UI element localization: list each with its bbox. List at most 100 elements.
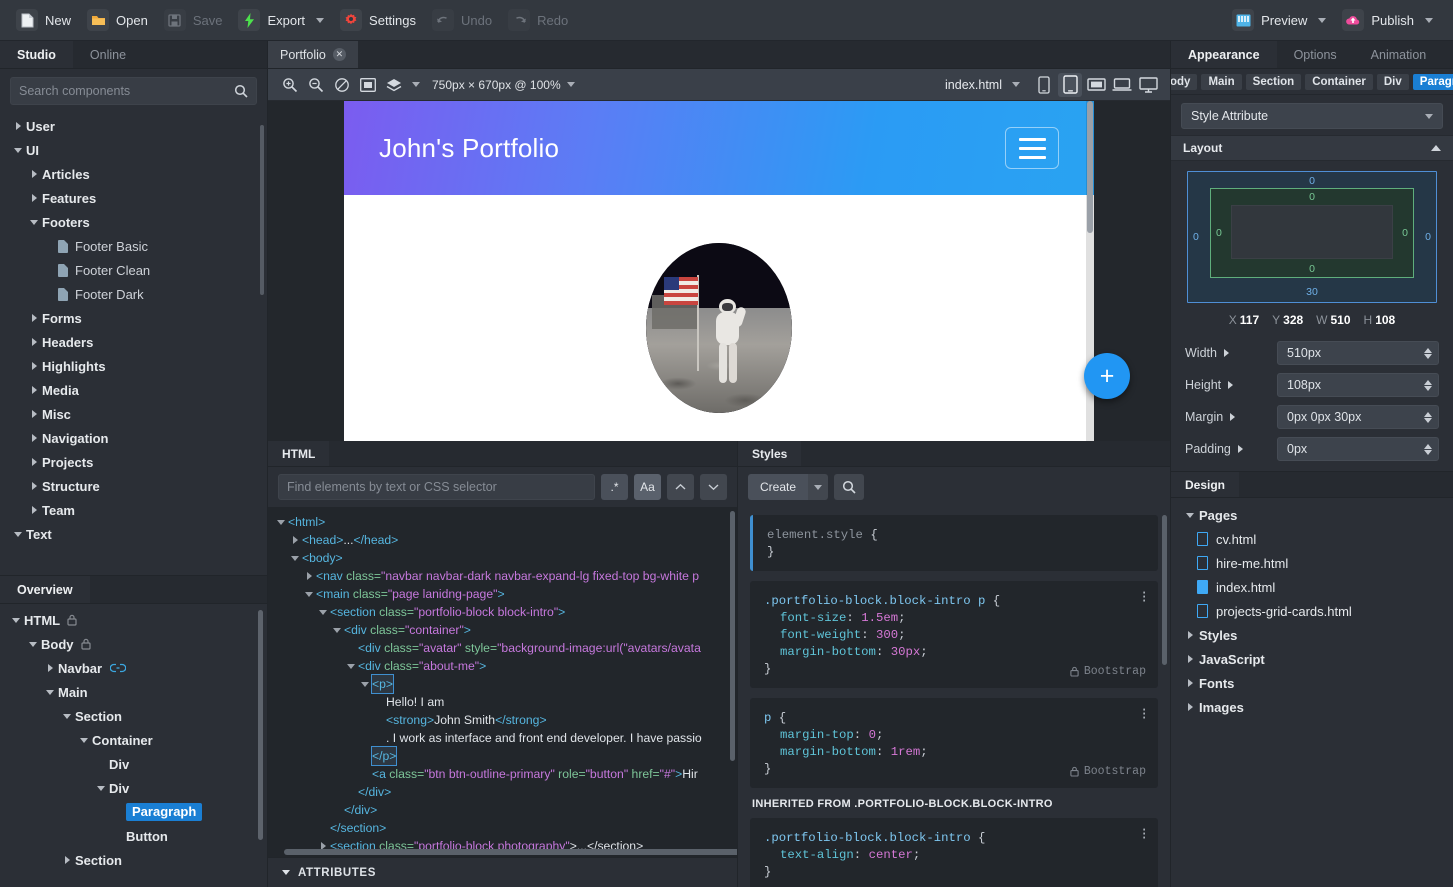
chevron-down-icon[interactable] <box>10 531 26 537</box>
html-code-tree[interactable]: <html> <head>...</head> <body> <nav class="… <box>268 507 737 857</box>
zoom-out-icon[interactable] <box>304 73 328 97</box>
fit-to-screen-icon[interactable] <box>356 73 380 97</box>
chevron-down-icon[interactable] <box>42 689 58 695</box>
overview-scrollbar[interactable] <box>258 610 263 840</box>
chevron-down-icon[interactable] <box>25 641 41 647</box>
overview-node-html[interactable]: HTML <box>0 608 267 632</box>
padding-bottom-value[interactable]: 0 <box>1309 263 1315 275</box>
device-small-desktop[interactable] <box>1084 73 1108 97</box>
breadcrumb-item-paragraph[interactable]: Paragraph <box>1412 73 1453 90</box>
html-code-line[interactable]: <div class="avatar" style="background-im… <box>268 639 737 657</box>
open-button[interactable]: Open <box>81 5 158 35</box>
css-rule-selector[interactable]: element.style { <box>767 527 1144 544</box>
chevron-down-icon[interactable] <box>1425 17 1433 23</box>
overview-node-body[interactable]: Body <box>0 632 267 656</box>
chevron-right-icon[interactable] <box>1181 703 1199 711</box>
stepper-control[interactable] <box>1420 379 1436 391</box>
device-laptop[interactable] <box>1110 73 1134 97</box>
find-elements-input[interactable] <box>278 474 595 500</box>
components-tree-scrollbar[interactable] <box>260 125 264 295</box>
chevron-down-icon[interactable] <box>302 585 316 603</box>
overview-node-section[interactable]: Section <box>0 848 267 872</box>
chevron-right-icon[interactable] <box>1223 349 1229 357</box>
component-tree-item-ui[interactable]: UI <box>0 138 267 162</box>
css-declaration[interactable]: margin-bottom: 30px; <box>764 644 1144 661</box>
new-button[interactable]: New <box>10 5 81 35</box>
styles-search-button[interactable] <box>834 474 865 500</box>
component-tree-item-user[interactable]: User <box>0 114 267 138</box>
html-code-line[interactable]: <nav class="navbar navbar-dark navbar-ex… <box>268 567 737 585</box>
html-code-line[interactable]: <head>...</head> <box>268 531 737 549</box>
chevron-right-icon[interactable] <box>1181 679 1199 687</box>
chevron-right-icon[interactable] <box>26 458 42 466</box>
design-node-fonts[interactable]: Fonts <box>1171 671 1453 695</box>
html-code-line[interactable]: <div class="about-me"> <box>268 657 737 675</box>
component-tree-item-footer-dark[interactable]: Footer Dark <box>0 282 267 306</box>
chevron-down-icon[interactable] <box>93 785 109 791</box>
chevron-right-icon[interactable] <box>26 386 42 394</box>
overview-node-section[interactable]: Section <box>0 704 267 728</box>
layers-dropdown-chevron-down-icon[interactable] <box>412 82 420 87</box>
regex-toggle[interactable]: .* <box>601 474 628 500</box>
preview-viewport[interactable]: John's Portfolio <box>344 101 1094 441</box>
create-style-button[interactable]: Create <box>748 474 809 500</box>
style-attribute-select[interactable]: Style Attribute <box>1181 103 1443 129</box>
chevron-right-icon[interactable] <box>26 314 42 322</box>
margin-left-value[interactable]: 0 <box>1193 231 1199 243</box>
design-node-javascript[interactable]: JavaScript <box>1171 647 1453 671</box>
attributes-section-header[interactable]: ATTRIBUTES <box>268 857 737 887</box>
css-rule-selector[interactable]: .portfolio-block.block-intro { <box>764 830 1144 847</box>
design-node-cv-html[interactable]: cv.html <box>1171 527 1453 551</box>
avatar[interactable] <box>646 243 792 413</box>
chevron-right-icon[interactable] <box>1237 445 1243 453</box>
design-canvas[interactable]: John's Portfolio + <box>268 101 1170 441</box>
html-code-line[interactable]: Hello! I am <box>268 693 737 711</box>
design-node-hire-me-html[interactable]: hire-me.html <box>1171 551 1453 575</box>
css-rule-selector[interactable]: .portfolio-block.block-intro p { <box>764 593 1144 610</box>
chevron-down-icon[interactable] <box>26 219 42 225</box>
chevron-down-icon[interactable] <box>59 713 75 719</box>
breadcrumb-item-div[interactable]: Div <box>1376 73 1409 90</box>
html-code-line[interactable]: <strong>John Smith</strong> <box>268 711 737 729</box>
css-rule-card[interactable]: .portfolio-block.block-intro {text-align… <box>750 818 1158 887</box>
html-code-line[interactable]: <section class="portfolio-block block-in… <box>268 603 737 621</box>
html-code-horizontal-scrollbar[interactable] <box>284 849 737 855</box>
property-input[interactable]: 0px <box>1277 437 1439 461</box>
chevron-down-icon[interactable] <box>1012 82 1020 87</box>
match-case-toggle[interactable]: Aa <box>634 474 661 500</box>
breadcrumb-item-main[interactable]: Main <box>1201 73 1242 90</box>
html-code-line[interactable]: </p> <box>268 746 737 766</box>
contrast-icon[interactable] <box>330 73 354 97</box>
close-icon[interactable]: ✕ <box>332 48 346 61</box>
css-declaration[interactable]: font-weight: 300; <box>764 627 1144 644</box>
preview-brand[interactable]: John's Portfolio <box>379 133 559 164</box>
components-tree[interactable]: User UI Articles Features Footers Footer Basi… <box>0 111 267 575</box>
layers-icon[interactable] <box>382 73 406 97</box>
tab-design[interactable]: Design <box>1171 472 1240 497</box>
chevron-down-icon[interactable] <box>316 603 330 621</box>
breadcrumb-item-container[interactable]: Container <box>1305 73 1373 90</box>
design-assets-tree[interactable]: Pages cv.html hire-me.html index.html projec… <box>1171 498 1453 719</box>
styles-rules-list[interactable]: element.style {} .portfolio-block.block-i… <box>738 507 1170 887</box>
chevron-right-icon[interactable] <box>1181 631 1199 639</box>
canvas-size-zoom[interactable]: 750px × 670px @ 100% <box>432 78 575 92</box>
chevron-up-icon[interactable] <box>1431 145 1441 151</box>
component-tree-item-footer-basic[interactable]: Footer Basic <box>0 234 267 258</box>
create-style-dropdown[interactable] <box>808 474 829 500</box>
stepper-control[interactable] <box>1420 443 1436 455</box>
component-tree-item-navigation[interactable]: Navigation <box>0 426 267 450</box>
chevron-right-icon[interactable] <box>26 506 42 514</box>
html-code-line[interactable]: <body> <box>268 549 737 567</box>
undo-button[interactable]: Undo <box>426 5 502 35</box>
overview-node-navbar[interactable]: Navbar <box>0 656 267 680</box>
more-options-icon[interactable]: · · · <box>1140 586 1148 607</box>
html-code-line[interactable]: <a class="btn btn-outline-primary" role=… <box>268 765 737 783</box>
html-code-line[interactable]: <html> <box>268 513 737 531</box>
tab-animation[interactable]: Animation <box>1354 41 1444 68</box>
tab-overview[interactable]: Overview <box>0 576 90 603</box>
components-searchbox[interactable] <box>10 77 257 105</box>
css-declaration[interactable]: margin-bottom: 1rem; <box>764 744 1144 761</box>
overview-node-main[interactable]: Main <box>0 680 267 704</box>
margin-top-value[interactable]: 0 <box>1309 175 1315 187</box>
html-code-line[interactable]: <p> <box>268 674 737 694</box>
